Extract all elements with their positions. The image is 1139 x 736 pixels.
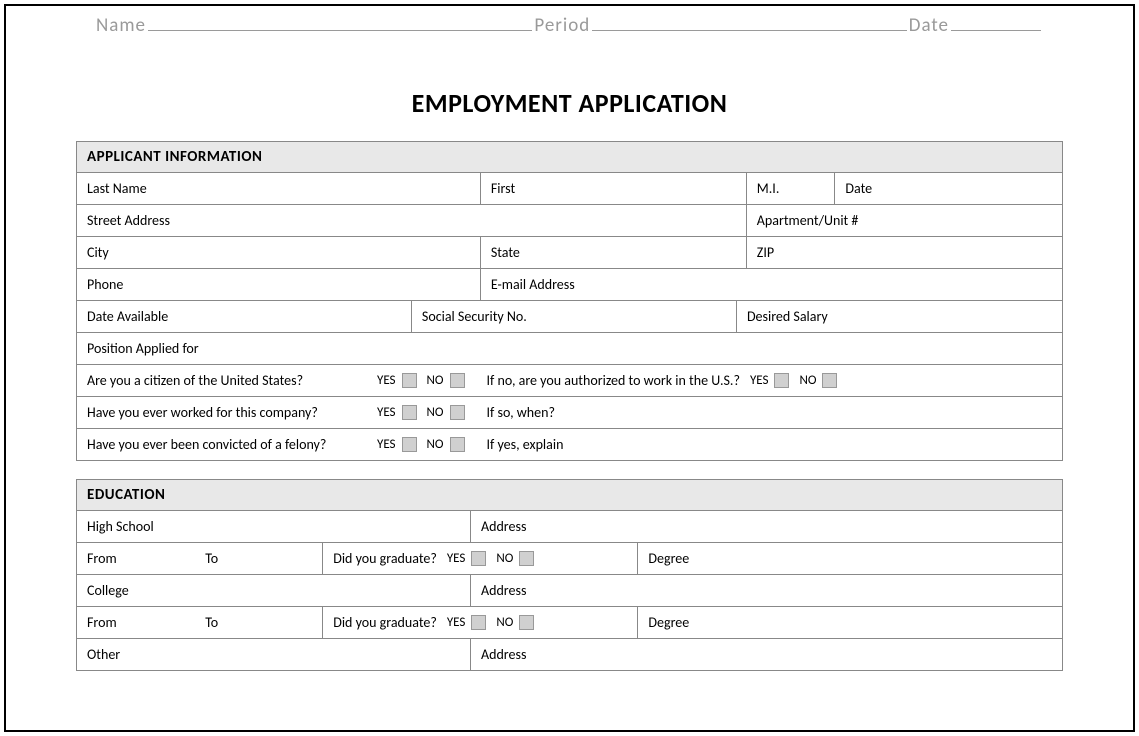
worked-no-checkbox[interactable] <box>450 405 465 420</box>
form-title: EMPLOYMENT APPLICATION <box>36 87 1103 119</box>
page-header: Name Period Date <box>36 14 1103 37</box>
felony-yes-checkbox[interactable] <box>402 437 417 452</box>
college-field[interactable]: College <box>77 575 471 606</box>
hs-to-field[interactable]: To <box>195 543 323 574</box>
date-available-field[interactable]: Date Available <box>77 301 412 332</box>
header-name-label: Name <box>96 14 146 37</box>
ssn-field[interactable]: Social Security No. <box>412 301 737 332</box>
no-label: NO <box>427 405 444 420</box>
when-question[interactable]: If so, when? <box>487 404 555 421</box>
apartment-field[interactable]: Apartment/Unit # <box>747 205 1062 236</box>
name-blank-line[interactable] <box>148 30 532 31</box>
no-label: NO <box>427 373 444 388</box>
citizen-no-checkbox[interactable] <box>450 373 465 388</box>
yes-label: YES <box>750 373 769 388</box>
yes-label: YES <box>447 615 466 630</box>
college-grad-yes-checkbox[interactable] <box>471 615 486 630</box>
education-heading: EDUCATION <box>77 480 1062 511</box>
hs-grad-no-checkbox[interactable] <box>519 551 534 566</box>
graduate-label: Did you graduate? <box>333 550 437 567</box>
authorized-no-checkbox[interactable] <box>822 373 837 388</box>
college-grad-no-checkbox[interactable] <box>519 615 534 630</box>
last-name-field[interactable]: Last Name <box>77 173 481 204</box>
citizen-question-row: Are you a citizen of the United States? … <box>77 365 1062 397</box>
worked-question-row: Have you ever worked for this company? Y… <box>77 397 1062 429</box>
salary-field[interactable]: Desired Salary <box>737 301 1062 332</box>
felony-question-row: Have you ever been convicted of a felony… <box>77 429 1062 461</box>
hs-from-field[interactable]: From <box>77 543 195 574</box>
graduate-label: Did you graduate? <box>333 614 437 631</box>
city-field[interactable]: City <box>77 237 481 268</box>
other-field[interactable]: Other <box>77 639 471 670</box>
mi-field[interactable]: M.I. <box>747 173 836 204</box>
no-label: NO <box>496 615 513 630</box>
hs-degree-field[interactable]: Degree <box>638 543 1062 574</box>
applicant-heading: APPLICANT INFORMATION <box>77 142 1062 173</box>
position-field[interactable]: Position Applied for <box>77 333 1062 364</box>
felony-question: Have you ever been convicted of a felony… <box>87 436 367 453</box>
street-address-field[interactable]: Street Address <box>77 205 747 236</box>
hs-graduate-cell: Did you graduate? YES NO <box>323 543 638 574</box>
email-field[interactable]: E-mail Address <box>481 269 1062 300</box>
hs-grad-yes-checkbox[interactable] <box>471 551 486 566</box>
date-field[interactable]: Date <box>835 173 1062 204</box>
document-page: Name Period Date EMPLOYMENT APPLICATION … <box>4 4 1135 732</box>
no-label: NO <box>427 437 444 452</box>
other-address-field[interactable]: Address <box>471 639 1062 670</box>
college-address-field[interactable]: Address <box>471 575 1062 606</box>
first-name-field[interactable]: First <box>481 173 747 204</box>
college-to-field[interactable]: To <box>195 607 323 638</box>
citizen-yes-checkbox[interactable] <box>402 373 417 388</box>
citizen-question: Are you a citizen of the United States? <box>87 372 367 389</box>
yes-label: YES <box>377 373 396 388</box>
yes-label: YES <box>377 437 396 452</box>
worked-question: Have you ever worked for this company? <box>87 404 367 421</box>
yes-label: YES <box>447 551 466 566</box>
yes-label: YES <box>377 405 396 420</box>
header-date-label: Date <box>909 14 949 37</box>
felony-no-checkbox[interactable] <box>450 437 465 452</box>
college-from-field[interactable]: From <box>77 607 195 638</box>
authorized-question: If no, are you authorized to work in the… <box>487 372 740 389</box>
college-degree-field[interactable]: Degree <box>638 607 1062 638</box>
college-graduate-cell: Did you graduate? YES NO <box>323 607 638 638</box>
worked-yes-checkbox[interactable] <box>402 405 417 420</box>
explain-question[interactable]: If yes, explain <box>487 436 564 453</box>
header-period-label: Period <box>534 14 590 37</box>
education-section: EDUCATION High School Address From To Di… <box>76 479 1063 671</box>
period-blank-line[interactable] <box>592 30 907 31</box>
applicant-section: APPLICANT INFORMATION Last Name First M.… <box>76 141 1063 461</box>
authorized-yes-checkbox[interactable] <box>774 373 789 388</box>
phone-field[interactable]: Phone <box>77 269 481 300</box>
date-blank-line[interactable] <box>951 30 1041 31</box>
hs-address-field[interactable]: Address <box>471 511 1062 542</box>
no-label: NO <box>799 373 816 388</box>
state-field[interactable]: State <box>481 237 747 268</box>
no-label: NO <box>496 551 513 566</box>
highschool-field[interactable]: High School <box>77 511 471 542</box>
zip-field[interactable]: ZIP <box>747 237 1062 268</box>
